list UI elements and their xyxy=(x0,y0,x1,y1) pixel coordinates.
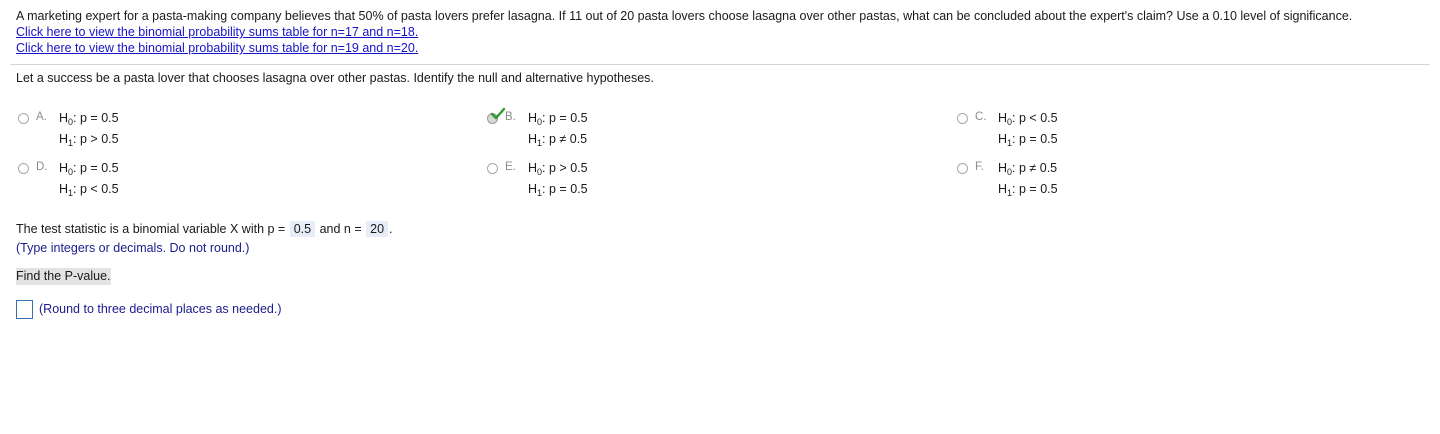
option-f-radio[interactable] xyxy=(957,163,968,174)
question-block: A marketing expert for a pasta-making co… xyxy=(16,9,1430,56)
option-f-letter: F. xyxy=(975,161,984,173)
n-answer-box[interactable]: 20 xyxy=(366,221,389,237)
option-a-h1: H1: p > 0.5 xyxy=(59,132,119,148)
test-statistic-middle: and n = xyxy=(319,222,362,236)
option-d-radio[interactable] xyxy=(18,163,29,174)
option-c-h1: H1: p = 0.5 xyxy=(998,132,1058,148)
option-c[interactable]: C. H0: p < 0.5 H1: p = 0.5 xyxy=(957,111,1257,151)
table-link-n19-n20[interactable]: Click here to view the binomial probabil… xyxy=(16,40,1430,56)
option-b-letter: B. xyxy=(505,111,516,123)
option-b[interactable]: B. H0: p = 0.5 H1: p ≠ 0.5 xyxy=(487,107,787,151)
option-a[interactable]: A. H0: p = 0.5 H1: p > 0.5 xyxy=(18,111,318,151)
pvalue-input[interactable] xyxy=(16,300,33,319)
table-link-n17-n18[interactable]: Click here to view the binomial probabil… xyxy=(16,24,1430,40)
option-f[interactable]: F. H0: p ≠ 0.5 H1: p = 0.5 xyxy=(957,161,1257,201)
test-statistic-line: The test statistic is a binomial variabl… xyxy=(16,221,393,237)
find-pvalue-label: Find the P-value. xyxy=(16,268,111,285)
checkmark-icon xyxy=(491,107,505,120)
option-b-h1: H1: p ≠ 0.5 xyxy=(528,132,588,148)
question-text: A marketing expert for a pasta-making co… xyxy=(16,9,1353,23)
option-c-letter: C. xyxy=(975,111,987,123)
test-statistic-suffix: . xyxy=(389,222,393,236)
option-a-h0: H0: p = 0.5 xyxy=(59,111,119,127)
p-answer-box[interactable]: 0.5 xyxy=(289,221,316,237)
option-e-radio[interactable] xyxy=(487,163,498,174)
option-d-h0: H0: p = 0.5 xyxy=(59,161,119,177)
hypotheses-prompt: Let a success be a pasta lover that choo… xyxy=(16,71,654,85)
hint-round: (Round to three decimal places as needed… xyxy=(39,302,282,316)
option-e-letter: E. xyxy=(505,161,516,173)
hint-type-integers: (Type integers or decimals. Do not round… xyxy=(16,241,250,255)
option-d-letter: D. xyxy=(36,161,48,173)
option-a-radio[interactable] xyxy=(18,113,29,124)
option-e-h0: H0: p > 0.5 xyxy=(528,161,588,177)
option-d[interactable]: D. H0: p = 0.5 H1: p < 0.5 xyxy=(18,161,318,201)
option-b-h0: H0: p = 0.5 xyxy=(528,111,588,127)
option-f-h0: H0: p ≠ 0.5 xyxy=(998,161,1058,177)
option-c-radio[interactable] xyxy=(957,113,968,124)
option-c-h0: H0: p < 0.5 xyxy=(998,111,1058,127)
option-e[interactable]: E. H0: p > 0.5 H1: p = 0.5 xyxy=(487,161,787,201)
option-a-letter: A. xyxy=(36,111,47,123)
option-d-h1: H1: p < 0.5 xyxy=(59,182,119,198)
option-f-h1: H1: p = 0.5 xyxy=(998,182,1058,198)
divider xyxy=(10,64,1430,65)
test-statistic-prefix: The test statistic is a binomial variabl… xyxy=(16,222,286,236)
option-e-h1: H1: p = 0.5 xyxy=(528,182,588,198)
